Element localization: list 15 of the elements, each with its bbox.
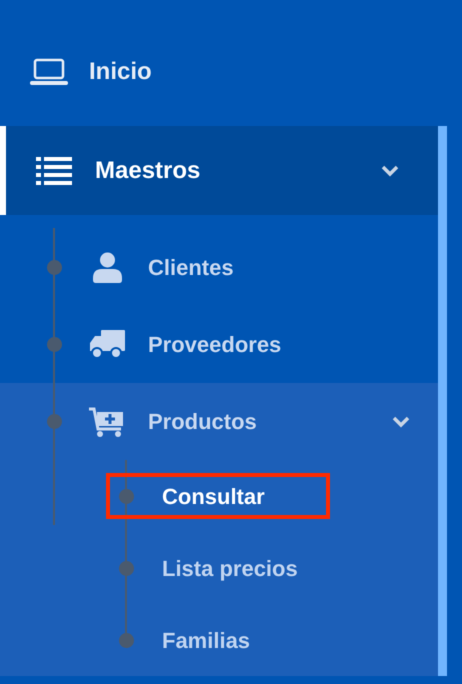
chevron-icon [392, 416, 410, 428]
chevron-icon [381, 164, 399, 176]
truck-icon [89, 330, 125, 359]
laptop-icon [30, 58, 68, 86]
list-icon [36, 156, 72, 184]
menu-item[interactable]: Productos [0, 383, 438, 460]
user-icon [92, 252, 122, 283]
cart-add-icon [89, 406, 125, 436]
menu-item[interactable]: Inicio [0, 40, 462, 104]
menu-item[interactable]: Proveedores [0, 306, 438, 383]
menu-group-header[interactable]: Maestros [0, 126, 438, 215]
submenu-item[interactable]: Familias [162, 624, 250, 656]
submenu-item[interactable]: Lista precios [162, 552, 298, 584]
submenu-item[interactable]: Consultar [162, 480, 265, 512]
menu-item[interactable]: Clientes [0, 229, 438, 306]
